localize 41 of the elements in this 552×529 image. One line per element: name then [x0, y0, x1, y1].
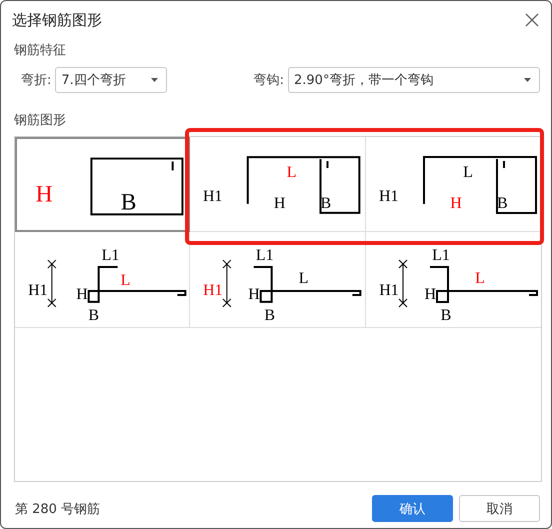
dimension-label: H1	[203, 188, 223, 205]
dimension-label: B	[88, 306, 99, 324]
shape-option[interactable]: H B	[15, 137, 190, 232]
dimension-label: B	[440, 306, 452, 324]
dimension-label: H	[450, 195, 462, 212]
dimension-label: L1	[102, 246, 120, 264]
dimension-label: L	[462, 164, 473, 181]
dimension-label: L1	[256, 246, 274, 264]
section-heading: 钢筋特征	[14, 42, 67, 59]
section-heading: 钢筋图形	[14, 112, 67, 129]
dimension-label: H1	[378, 188, 398, 205]
dialog-title: 选择钢筋图形	[12, 10, 102, 30]
dimension-label: L1	[432, 246, 450, 264]
dimension-label: H1	[204, 281, 223, 298]
dimension-label: L	[299, 270, 309, 286]
dimension-label: L	[120, 271, 130, 288]
dimension-label: L	[287, 164, 297, 182]
dimension-label: L	[474, 270, 485, 286]
dropdown[interactable]: 2.90°弯折，带一个弯钩	[288, 67, 540, 93]
cancel-button[interactable]: 取消	[459, 495, 540, 522]
shape-option[interactable]: H1 L H B	[366, 137, 541, 232]
field-label: 弯折:	[21, 72, 52, 89]
dimension-label: B	[264, 306, 276, 324]
dimension-label: H	[424, 286, 436, 302]
dimension-label: B	[320, 194, 332, 212]
confirm-button[interactable]: 确认	[372, 495, 453, 522]
shape-option[interactable]: H1 L1 L H B	[15, 232, 190, 328]
field-label: 弯钩:	[254, 72, 284, 89]
dimension-label: H	[76, 285, 88, 302]
dimension-label: H	[248, 285, 260, 302]
status-text: 第 280 号钢筋	[15, 500, 100, 518]
shape-option[interactable]: H1 L1 L H B	[190, 232, 366, 328]
dimension-label: B	[496, 195, 508, 212]
dimension-label: H1	[379, 282, 399, 298]
dimension-label: H1	[28, 281, 48, 298]
shape-option[interactable]: H1 L1 L H B	[366, 232, 541, 328]
dimension-label: H	[36, 181, 53, 208]
shape-option[interactable]: H1 L H B	[190, 137, 366, 232]
dropdown[interactable]: 7.四个弯折	[55, 67, 168, 93]
dimension-label: B	[120, 188, 136, 215]
dimension-label: H	[274, 194, 286, 212]
